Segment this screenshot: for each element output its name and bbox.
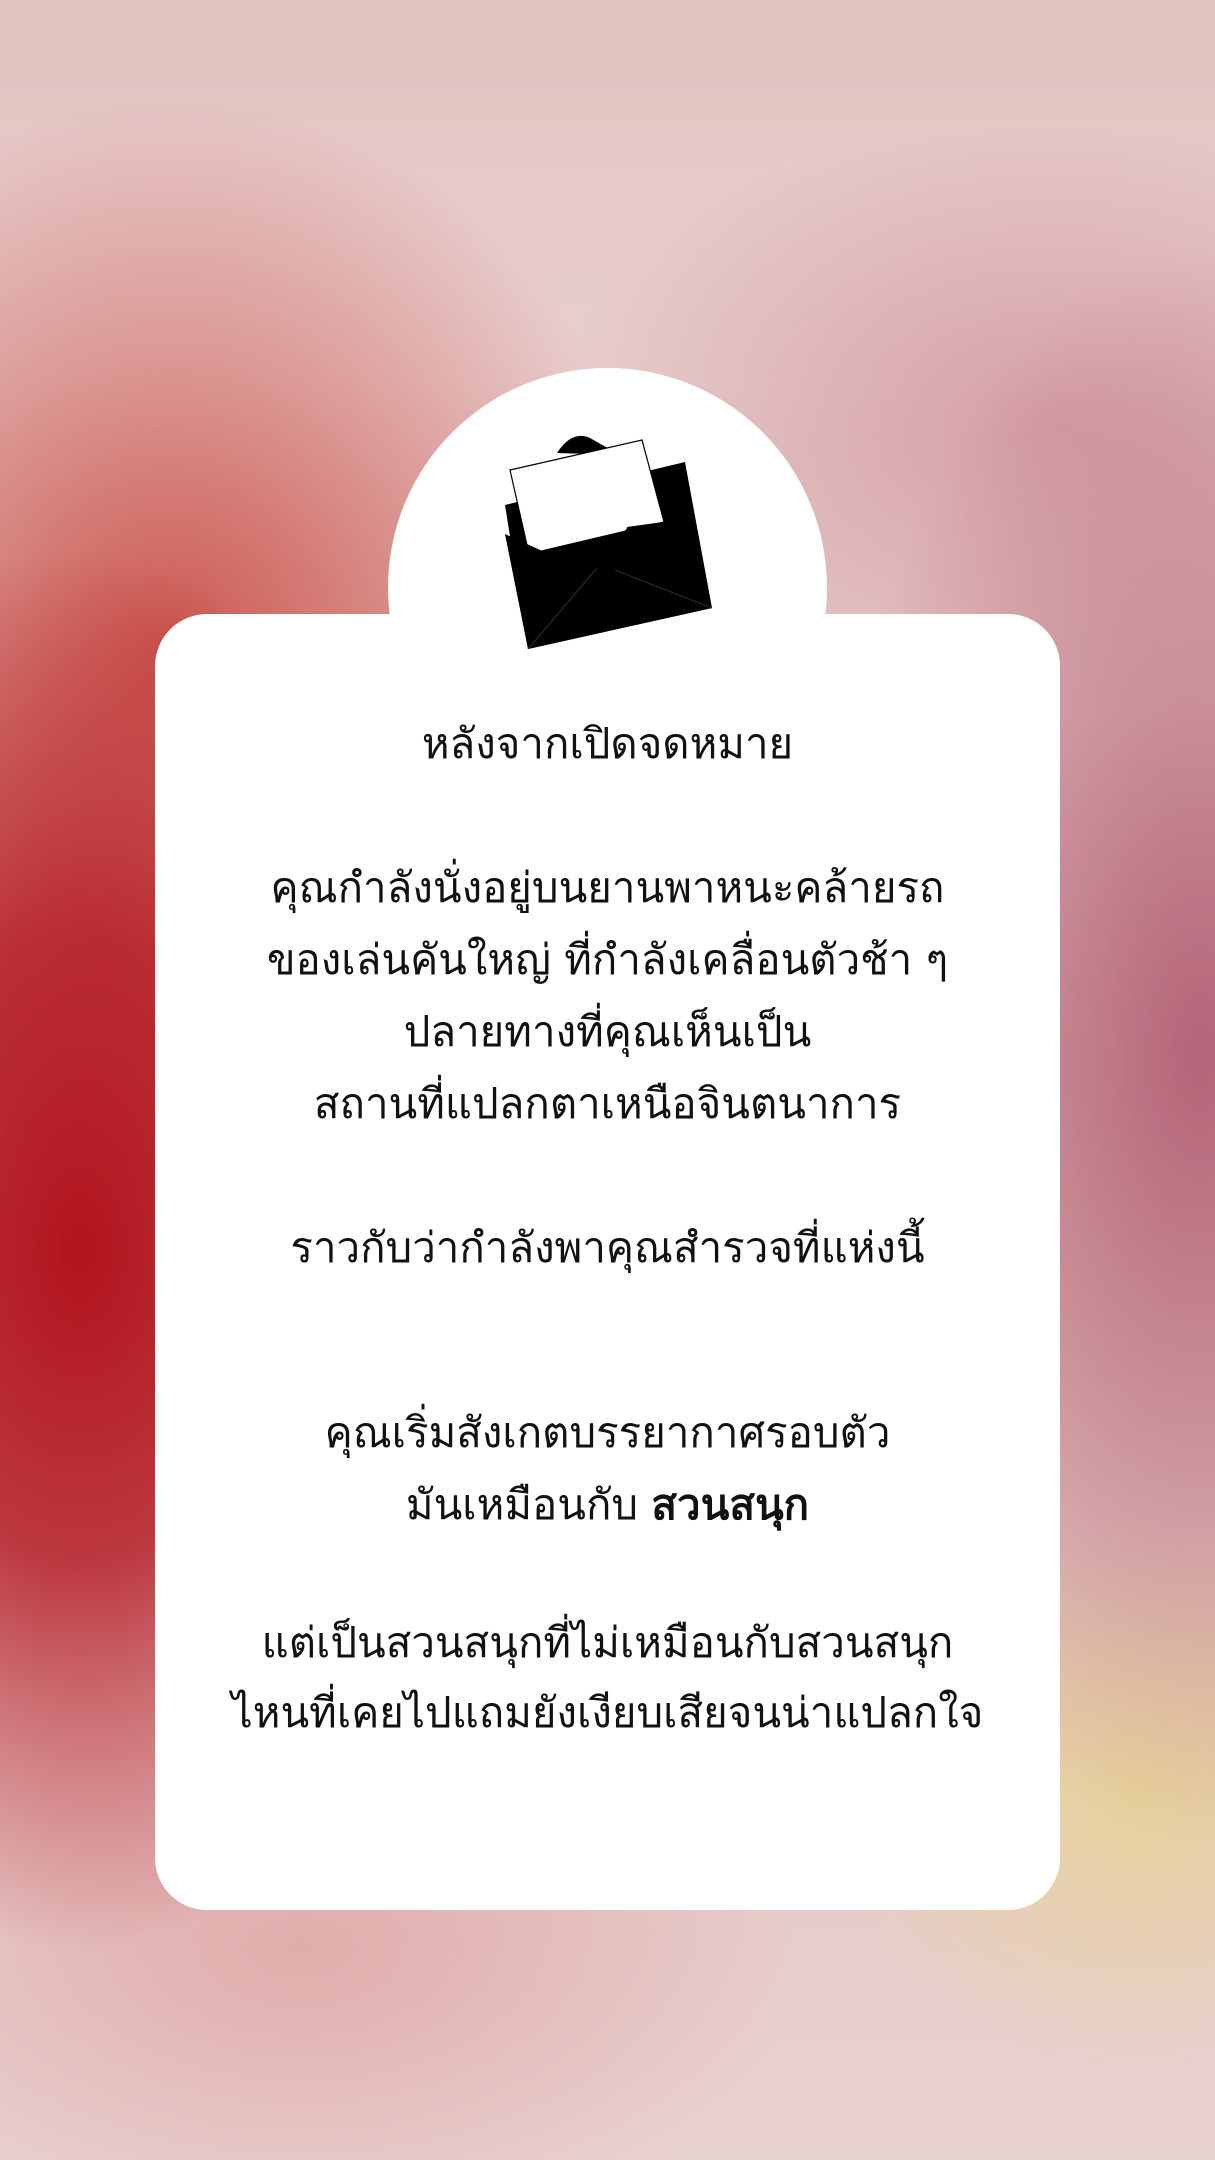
paragraph-3-prefix: มันเหมือนกับ (405, 1480, 652, 1529)
open-envelope-icon (505, 435, 713, 650)
paragraph-1-line-1: คุณกำลังนั่งอยู่บนยานพาหนะคล้ายรถ (270, 863, 945, 912)
paragraph-1-line-3: ปลายทางที่คุณเห็นเป็น (403, 1007, 812, 1056)
paragraph-4-line-2: ไหนที่เคยไปแถมยังเงียบเสียจนน่าแปลกใจ (231, 1688, 984, 1737)
paragraph-1-line-2: ของเล่นคันใหญ่ ที่กำลังเคลื่อนตัวช้า ๆ (266, 935, 949, 984)
paragraph-4-line-1: แต่เป็นสวนสนุกที่ไม่เหมือนกับสวนสนุก (261, 1618, 954, 1667)
paragraph-3-line-1: คุณเริ่มสังเกตบรรยากาศรอบตัว (324, 1408, 891, 1457)
letter-title: หลังจากเปิดจดหมาย (421, 719, 794, 768)
paragraph-1-line-4: สถานที่แปลกตาเหนือจินตนาการ (313, 1079, 902, 1128)
top-strip (0, 0, 1215, 122)
paragraph-2: ราวกับว่ากำลังพาคุณสำรวจที่แห่งนี้ (290, 1223, 925, 1272)
highlight-amusement-park: สวนสนุก (651, 1480, 810, 1529)
paragraph-3-line-2: มันเหมือนกับ สวนสนุก (155, 1469, 1060, 1541)
